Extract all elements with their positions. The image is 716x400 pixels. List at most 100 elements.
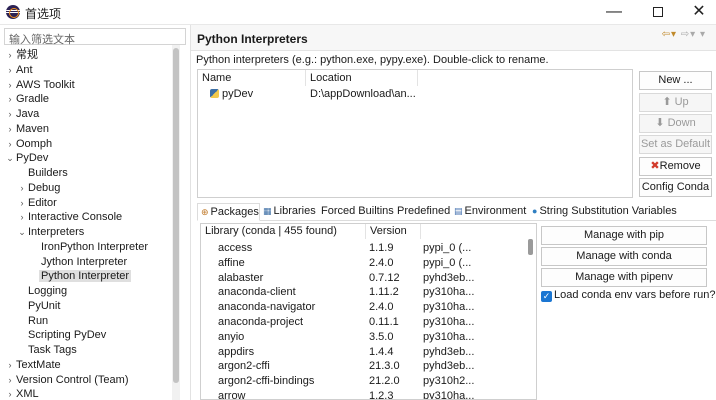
package-source[interactable]: py310ha... <box>423 315 474 330</box>
collapsed-chevron-icon[interactable]: › <box>4 373 16 388</box>
tree-item-10[interactable]: › Editor <box>16 196 57 211</box>
tree-item-9[interactable]: › Debug <box>16 181 61 196</box>
package-name[interactable]: access <box>218 241 252 256</box>
interpreters-table[interactable]: Name Location pyDev D:\appDownload\an... <box>197 69 633 198</box>
package-name[interactable]: affine <box>218 256 245 271</box>
package-source[interactable]: py310ha... <box>423 285 474 300</box>
package-version[interactable]: 0.11.1 <box>369 315 399 330</box>
package-version[interactable]: 1.2.3 <box>369 389 393 399</box>
set-default-button[interactable]: Set as Default <box>639 135 712 154</box>
tree-item-8[interactable]: Builders <box>16 166 68 181</box>
package-source[interactable]: py310ha... <box>423 300 474 315</box>
packages-scrollbar-thumb[interactable] <box>528 239 533 255</box>
packages-table[interactable]: Library (conda | 455 found) Version acce… <box>200 223 537 400</box>
tree-scrollbar-thumb[interactable] <box>173 48 179 383</box>
interpreter-row[interactable]: pyDev <box>210 86 253 102</box>
collapsed-chevron-icon[interactable]: › <box>16 210 28 225</box>
package-version[interactable]: 1.11.2 <box>369 285 399 300</box>
column-header-source[interactable] <box>421 224 528 239</box>
tree-item-12[interactable]: ⌄ Interpreters <box>16 225 84 240</box>
tree-item-0[interactable]: › 常规 <box>4 48 39 63</box>
manage-pip-button[interactable]: Manage with pip <box>541 226 707 245</box>
manage-conda-button[interactable]: Manage with conda <box>541 247 707 266</box>
package-name[interactable]: argon2-cffi <box>218 359 270 374</box>
package-name[interactable]: arrow <box>218 389 246 399</box>
collapsed-chevron-icon[interactable]: › <box>4 358 16 373</box>
tree-item-18[interactable]: Run <box>16 314 48 329</box>
collapsed-chevron-icon[interactable]: › <box>4 48 16 63</box>
tab-string-substitution[interactable]: ● String Substitution Variables <box>532 203 677 221</box>
expanded-chevron-icon[interactable]: ⌄ <box>16 225 28 240</box>
collapsed-chevron-icon[interactable]: › <box>4 107 16 122</box>
package-source[interactable]: py310ha... <box>423 330 474 345</box>
history-nav[interactable]: ⇦▾ ⇨▾ ▾ <box>662 29 706 40</box>
tree-item-22[interactable]: › Version Control (Team) <box>4 373 129 388</box>
tree-item-17[interactable]: PyUnit <box>16 299 60 314</box>
package-version[interactable]: 21.2.0 <box>369 374 400 389</box>
package-source[interactable]: pypi_0 (... <box>423 241 471 256</box>
package-version[interactable]: 1.1.9 <box>369 241 393 256</box>
package-version[interactable]: 2.4.0 <box>369 256 393 271</box>
tab-predefined[interactable]: Predefined <box>397 203 450 221</box>
tree-item-2[interactable]: › AWS Toolkit <box>4 78 75 93</box>
panel-divider[interactable] <box>190 25 191 400</box>
up-button[interactable]: ⬆ Up <box>639 93 712 112</box>
package-source[interactable]: pyhd3eb... <box>423 359 474 374</box>
package-name[interactable]: anaconda-client <box>218 285 296 300</box>
manage-pipenv-button[interactable]: Manage with pipenv <box>541 268 707 287</box>
tree-item-11[interactable]: › Interactive Console <box>16 210 123 225</box>
tree-item-14[interactable]: Jython Interpreter <box>29 255 127 270</box>
packages-scrollbar[interactable] <box>527 237 535 397</box>
tree-item-15[interactable]: Python Interpreter <box>29 269 132 284</box>
package-name[interactable]: anyio <box>218 330 244 345</box>
tree-item-21[interactable]: › TextMate <box>4 358 61 373</box>
tree-item-1[interactable]: › Ant <box>4 63 33 78</box>
maximize-button[interactable] <box>648 3 668 21</box>
tree-item-13[interactable]: IronPython Interpreter <box>29 240 148 255</box>
new-button[interactable]: New ... <box>639 71 712 90</box>
tree-item-3[interactable]: › Gradle <box>4 92 50 107</box>
package-source[interactable]: py310h2... <box>423 374 474 389</box>
package-source[interactable]: pyhd3eb... <box>423 271 474 286</box>
package-name[interactable]: anaconda-navigator <box>218 300 315 315</box>
package-name[interactable]: argon2-cffi-bindings <box>218 374 314 389</box>
package-source[interactable]: pyhd3eb... <box>423 345 474 360</box>
tree-item-19[interactable]: Scripting PyDev <box>16 328 106 343</box>
package-name[interactable]: alabaster <box>218 271 263 286</box>
collapsed-chevron-icon[interactable]: › <box>16 196 28 211</box>
minimize-button[interactable]: — <box>604 3 624 21</box>
tree-item-20[interactable]: Task Tags <box>16 343 77 358</box>
back-arrow-icon[interactable]: ⇦▾ <box>662 29 677 40</box>
package-version[interactable]: 21.3.0 <box>369 359 400 374</box>
column-header-location[interactable]: Location <box>306 70 418 86</box>
collapsed-chevron-icon[interactable]: › <box>4 387 16 400</box>
collapsed-chevron-icon[interactable]: › <box>4 92 16 107</box>
tab-environment[interactable]: ▤ Environment <box>454 203 526 221</box>
collapsed-chevron-icon[interactable]: › <box>4 78 16 93</box>
column-header-version[interactable]: Version <box>366 224 421 239</box>
checkbox-checked-icon[interactable]: ✓ <box>541 291 552 302</box>
close-button[interactable]: ✕ <box>689 3 709 21</box>
tree-item-4[interactable]: › Java <box>4 107 40 122</box>
collapsed-chevron-icon[interactable]: › <box>4 63 16 78</box>
column-header-name[interactable]: Name <box>198 70 306 86</box>
collapsed-chevron-icon[interactable]: › <box>4 137 16 152</box>
package-source[interactable]: py310ha... <box>423 389 474 399</box>
collapsed-chevron-icon[interactable]: › <box>4 122 16 137</box>
package-version[interactable]: 2.4.0 <box>369 300 393 315</box>
load-conda-env-checkbox[interactable]: ✓ Load conda env vars before run? <box>541 289 715 302</box>
collapsed-chevron-icon[interactable]: › <box>16 181 28 196</box>
expanded-chevron-icon[interactable]: ⌄ <box>4 151 16 166</box>
tab-libraries[interactable]: ▦ Libraries <box>263 203 316 221</box>
down-button[interactable]: ⬇ Down <box>639 114 712 133</box>
tab-packages[interactable]: ⊕ Packages <box>197 203 260 221</box>
tree-item-16[interactable]: Logging <box>16 284 67 299</box>
tree-item-23[interactable]: › XML <box>4 387 39 400</box>
tree-item-6[interactable]: › Oomph <box>4 137 53 152</box>
forward-arrow-icon[interactable]: ⇨▾ <box>681 29 696 40</box>
package-source[interactable]: pypi_0 (... <box>423 256 471 271</box>
package-version[interactable]: 0.7.12 <box>369 271 400 286</box>
tree-item-5[interactable]: › Maven <box>4 122 50 137</box>
package-version[interactable]: 3.5.0 <box>369 330 393 345</box>
menu-chevron-icon[interactable]: ▾ <box>700 29 706 40</box>
